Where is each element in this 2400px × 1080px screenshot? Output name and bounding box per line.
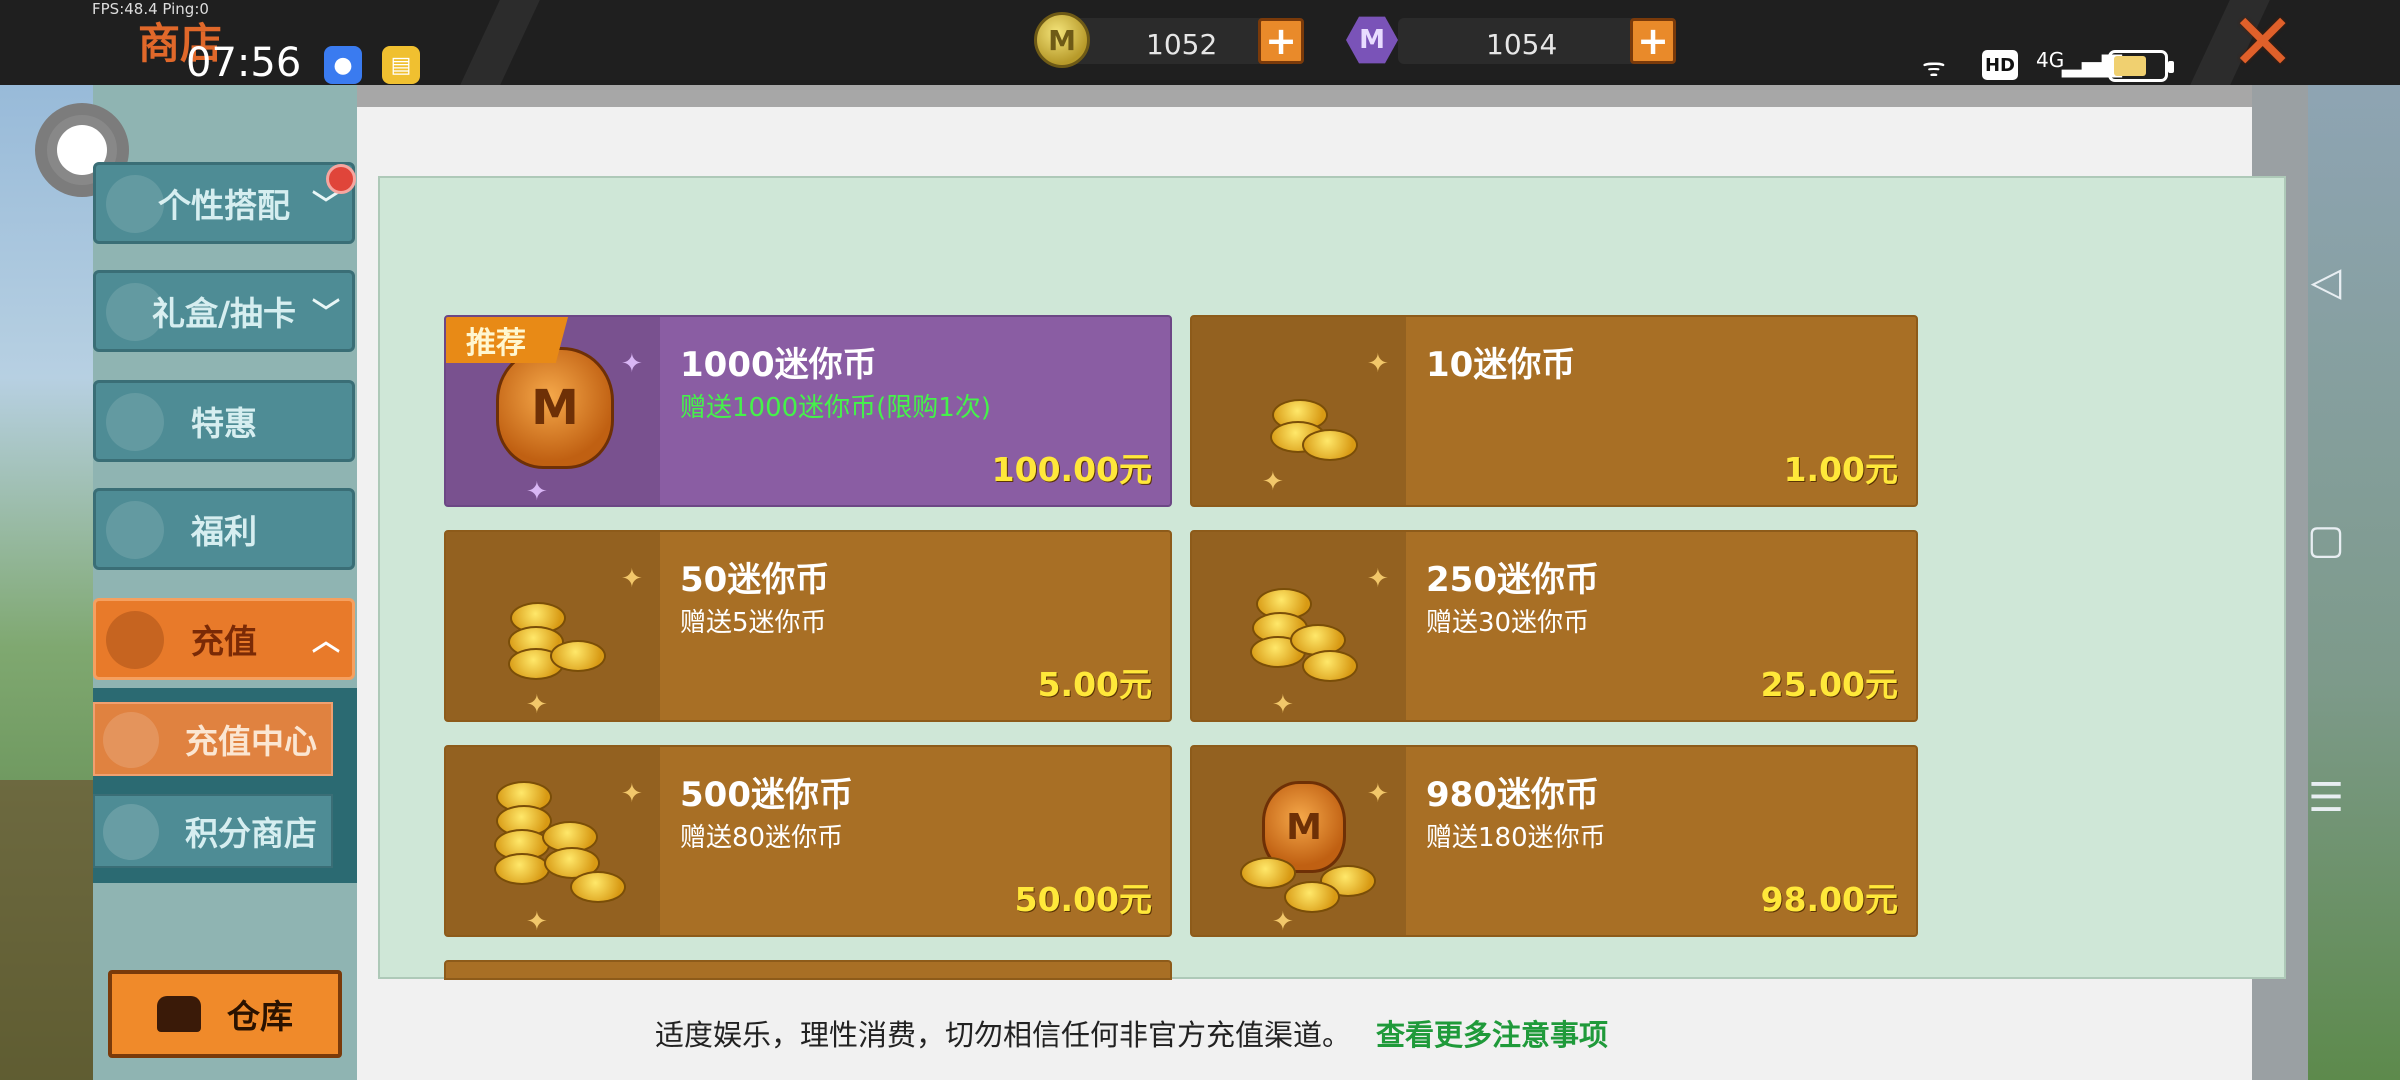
chevron-down-icon: ﹀ — [311, 296, 340, 329]
add-mini-point-button[interactable]: + — [1630, 18, 1676, 64]
box-icon — [106, 393, 164, 451]
product-name: 500迷你币 — [680, 775, 853, 815]
android-nav-bar — [2308, 85, 2400, 1080]
sidebar-item-special[interactable]: 特惠 — [93, 380, 355, 462]
coin-icon — [1302, 429, 1358, 461]
battery-level — [2114, 56, 2147, 76]
sparkle-icon: ✦ — [1272, 690, 1294, 720]
sparkle-icon: ✦ — [526, 477, 548, 507]
coin-stack-icon — [106, 611, 164, 669]
hex-m-icon: M — [1346, 16, 1398, 64]
sparkle-icon: ✦ — [526, 690, 548, 720]
warehouse-label: 仓库 — [227, 997, 293, 1036]
product-bonus: 赠送180迷你币 — [1426, 823, 1606, 853]
notes-app-icon: ▤ — [382, 46, 420, 84]
add-mini-coin-button[interactable]: + — [1258, 18, 1304, 64]
chevron-up-icon: ︿ — [311, 624, 340, 657]
trophy-icon — [106, 175, 164, 233]
product-name: 10迷你币 — [1426, 345, 1576, 385]
close-icon[interactable]: ✕ — [2230, 4, 2295, 82]
coin-icon — [1302, 650, 1358, 682]
gift-icon — [106, 501, 164, 559]
consumption-notice: 适度娱乐，理性消费，切勿相信任何非官方充值渠道。 — [655, 1018, 1352, 1052]
sparkle-icon: ✦ — [621, 564, 643, 594]
product-card-50[interactable]: ✦ ✦ 50迷你币 赠送5迷你币 5.00元 — [444, 530, 1172, 722]
hex-m-icon — [103, 804, 159, 860]
chest-icon — [157, 996, 201, 1032]
mini-point-value: 1054 — [1486, 28, 1558, 61]
sparkle-icon: ✦ — [1262, 467, 1284, 497]
sidebar-item-label: 福利 — [191, 512, 257, 551]
coin-icon — [550, 640, 606, 672]
product-card-10[interactable]: ✦ ✦ 10迷你币 1.00元 — [1190, 315, 1918, 507]
sidebar-item-welfare[interactable]: 福利 — [93, 488, 355, 570]
wifi-icon: ᯤ — [1922, 53, 1946, 83]
background-block — [0, 780, 95, 1080]
sparkle-icon: ✦ — [526, 907, 548, 937]
coin-icon — [570, 871, 626, 903]
top-bar: FPS:48.4 Ping:0 商店 07:56 ● ▤ M 1052 + M … — [0, 0, 2400, 86]
wheel-icon — [106, 283, 164, 341]
panel-top-border — [357, 85, 2252, 107]
network-type: 4G — [2036, 48, 2065, 72]
menu-icon[interactable]: ☰ — [2302, 774, 2350, 822]
coin-icon — [494, 853, 550, 885]
product-card-500[interactable]: ✦ ✦ 500迷你币 赠送80迷你币 50.00元 — [444, 745, 1172, 937]
warehouse-button[interactable]: 仓库 — [108, 970, 342, 1058]
back-icon[interactable]: ◁ — [2302, 258, 2350, 306]
sparkle-icon: ✦ — [1367, 349, 1389, 379]
product-card-1000[interactable]: M ✦ ✦ 推荐 1000迷你币 赠送1000迷你币(限购1次) 100.00元 — [444, 315, 1172, 507]
sidebar-item-label: 个性搭配 — [158, 186, 290, 225]
sidebar-sub-recharge-center[interactable]: 充值中心 — [93, 702, 333, 776]
product-card-partial[interactable] — [444, 960, 1172, 980]
coin-icon — [1240, 857, 1296, 889]
product-card-980[interactable]: M ✦ ✦ 980迷你币 赠送180迷你币 98.00元 — [1190, 745, 1918, 937]
decor-stripe — [460, 0, 540, 85]
more-notes-link[interactable]: 查看更多注意事项 — [1376, 1012, 1608, 1054]
product-name: 250迷你币 — [1426, 560, 1599, 600]
product-bonus: 赠送5迷你币 — [680, 608, 827, 638]
product-card-250[interactable]: ✦ ✦ 250迷你币 赠送30迷你币 25.00元 — [1190, 530, 1918, 722]
coin-bag-icon: M — [496, 347, 614, 469]
sidebar-item-label: 特惠 — [191, 404, 257, 443]
product-price: 5.00元 — [1037, 665, 1152, 704]
mini-coin-value: 1052 — [1146, 28, 1218, 61]
sidebar-sub-label: 充值中心 — [185, 722, 317, 761]
coin-icon: M — [1034, 12, 1090, 68]
product-name: 50迷你币 — [680, 560, 830, 600]
hd-icon: HD — [1982, 50, 2018, 80]
product-price: 1.00元 — [1783, 450, 1898, 489]
sparkle-icon: ✦ — [1367, 779, 1389, 809]
sidebar-item-giftbox[interactable]: 礼盒/抽卡 ﹀ — [93, 270, 355, 352]
status-time: 07:56 — [186, 40, 302, 86]
product-bonus: 赠送30迷你币 — [1426, 608, 1590, 638]
sparkle-icon: ✦ — [621, 779, 643, 809]
product-price: 50.00元 — [1014, 880, 1152, 919]
product-name: 1000迷你币 — [680, 345, 877, 385]
sidebar-sub-label: 积分商店 — [185, 814, 317, 853]
sparkle-icon: ✦ — [1272, 907, 1294, 937]
product-price: 25.00元 — [1760, 665, 1898, 704]
sparkle-icon: ✦ — [621, 349, 643, 379]
sparkle-icon: ✦ — [1367, 564, 1389, 594]
sidebar-item-recharge[interactable]: 充值 ︿ — [93, 598, 355, 680]
battery-icon — [2108, 50, 2174, 82]
battery-tip — [2168, 61, 2174, 73]
sidebar-item-label: 礼盒/抽卡 — [151, 294, 297, 333]
recommend-badge: 推荐 — [446, 317, 568, 363]
product-bonus: 赠送1000迷你币(限购1次) — [680, 393, 991, 423]
chat-app-icon: ● — [324, 46, 362, 84]
product-price: 100.00元 — [991, 450, 1152, 489]
notification-dot — [326, 164, 356, 194]
product-bonus: 赠送80迷你币 — [680, 823, 844, 853]
product-price: 98.00元 — [1760, 880, 1898, 919]
coin-stack-icon — [103, 712, 159, 768]
sidebar-item-outfit[interactable]: 个性搭配 ﹀ — [93, 162, 355, 244]
home-icon[interactable]: ▢ — [2302, 516, 2350, 564]
product-name: 980迷你币 — [1426, 775, 1599, 815]
sidebar-sub-points-store[interactable]: 积分商店 — [93, 794, 333, 868]
sidebar-item-label: 充值 — [191, 622, 257, 661]
